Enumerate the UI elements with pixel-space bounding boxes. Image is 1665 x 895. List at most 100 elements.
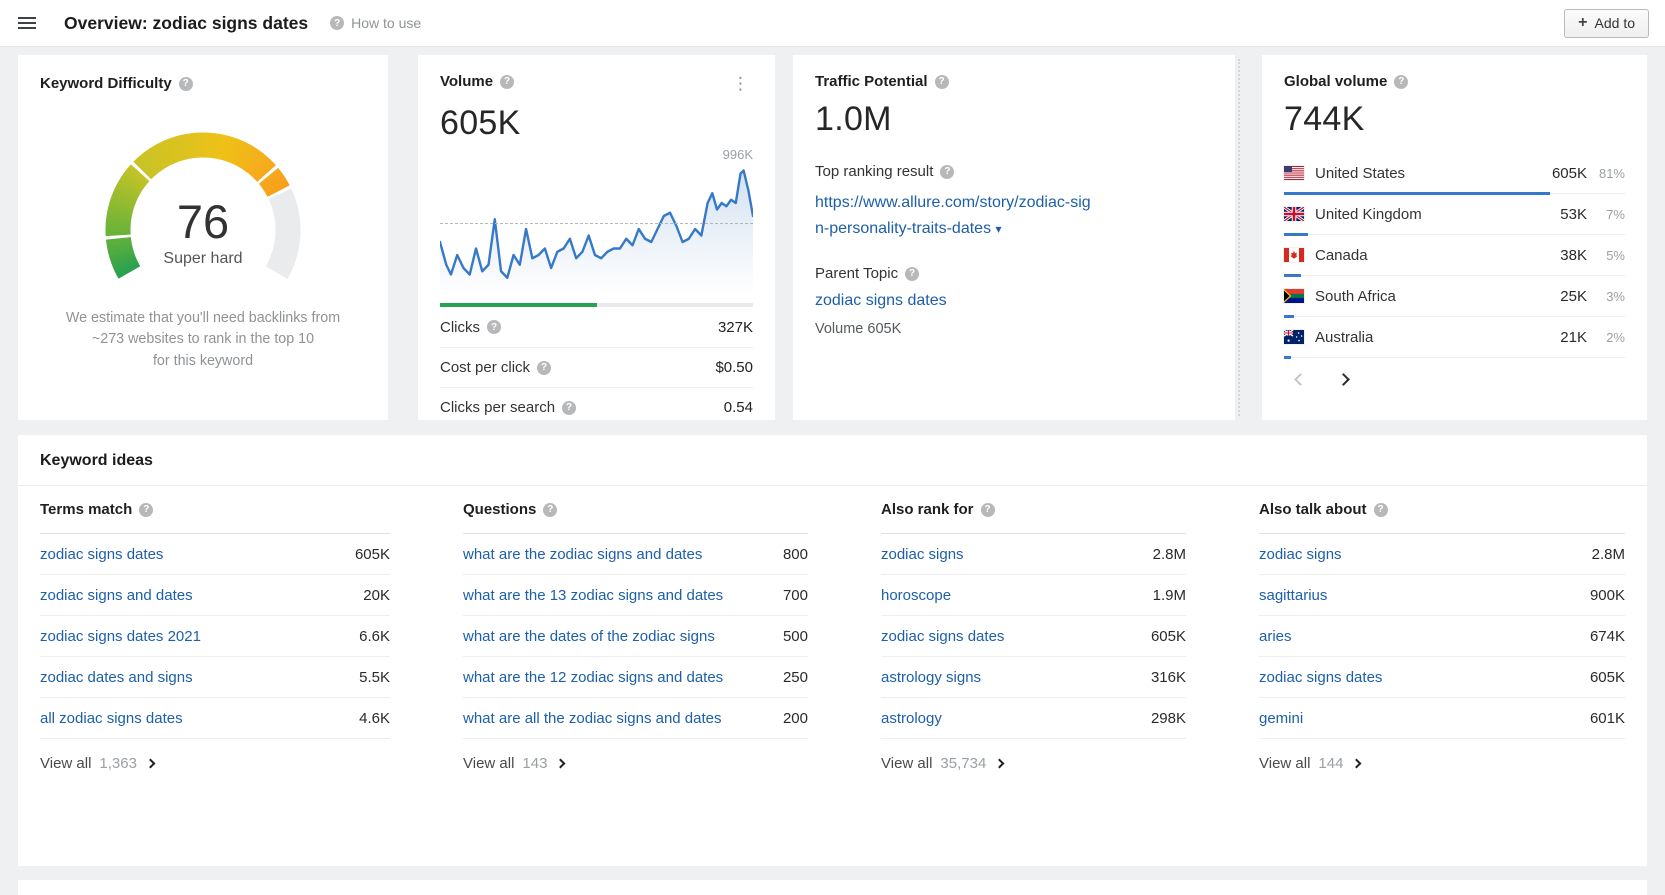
how-to-use-label: How to use (351, 15, 421, 31)
keyword-volume: 700 (783, 587, 808, 604)
keyword-link[interactable]: astrology signs (881, 669, 981, 686)
plus-icon: + (1578, 15, 1587, 31)
keyword-link[interactable]: what are the zodiac signs and dates (463, 546, 702, 563)
keyword-link[interactable]: zodiac signs (1259, 546, 1342, 563)
keyword-ideas-column: Also rank for ? zodiac signs 2.8M horosc… (881, 486, 1186, 772)
help-icon[interactable]: ? (330, 16, 344, 30)
metric-cards-row: Keyword Difficulty ? 76 Super hard We es… (18, 55, 1647, 420)
help-icon[interactable]: ? (905, 267, 919, 281)
help-icon[interactable]: ? (935, 75, 949, 89)
help-icon[interactable]: ? (139, 503, 153, 517)
add-to-label: Add to (1595, 15, 1635, 31)
keyword-link[interactable]: all zodiac signs dates (40, 710, 183, 727)
keyword-link[interactable]: what are the 12 zodiac signs and dates (463, 669, 723, 686)
help-icon[interactable]: ? (981, 503, 995, 517)
help-icon[interactable]: ? (487, 320, 501, 334)
south-africa-flag-icon (1284, 289, 1304, 303)
parent-topic-link[interactable]: zodiac signs dates (815, 292, 1213, 310)
keyword-link[interactable]: aries (1259, 628, 1292, 645)
keyword-link[interactable]: zodiac signs dates 2021 (40, 628, 201, 645)
country-row: United States 605K 81% (1284, 153, 1625, 194)
country-list: United States 605K 81% United Kingdom 53… (1284, 153, 1625, 358)
keyword-row: zodiac signs dates 605K (40, 534, 390, 575)
keyword-link[interactable]: zodiac signs (881, 546, 964, 563)
keyword-link[interactable]: what are the dates of the zodiac signs (463, 628, 715, 645)
keyword-difficulty-card: Keyword Difficulty ? 76 Super hard We es… (18, 55, 388, 420)
keyword-ideas-card: Keyword ideas Terms match ? zodiac signs… (18, 435, 1647, 866)
page-title: Overview: zodiac signs dates (64, 13, 308, 34)
metric-label: Clicks (440, 319, 480, 336)
card-gap (388, 55, 418, 420)
country-row: Canada 38K 5% (1284, 235, 1625, 276)
country-percent: 81% (1587, 166, 1625, 181)
keyword-volume: 6.6K (359, 628, 390, 645)
next-page-icon[interactable] (1337, 373, 1350, 386)
keyword-ideas-columns: Terms match ? zodiac signs dates 605K zo… (18, 486, 1647, 772)
keyword-link[interactable]: what are the 13 zodiac signs and dates (463, 587, 723, 604)
keyword-link[interactable]: astrology (881, 710, 942, 727)
keyword-link[interactable]: zodiac dates and signs (40, 669, 193, 686)
australia-flag-icon (1284, 330, 1304, 344)
view-all-link[interactable]: View all 35,734 (881, 755, 1186, 772)
traffic-potential-card: Traffic Potential ? 1.0M Top ranking res… (793, 55, 1235, 420)
top-ranking-result-label: Top ranking result ? (815, 163, 1213, 180)
menu-hamburger-icon[interactable] (16, 13, 38, 33)
traffic-potential-value: 1.0M (815, 100, 1213, 139)
difficulty-gauge: 76 Super hard (40, 102, 366, 290)
metric-label: Clicks per search (440, 399, 555, 416)
help-icon[interactable]: ? (940, 165, 954, 179)
kebab-menu-icon[interactable]: ⋮ (728, 73, 753, 94)
keyword-volume: 4.6K (359, 710, 390, 727)
top-ranking-result-link[interactable]: https://www.allure.com/story/zodiac-sig … (815, 190, 1213, 241)
view-all-link[interactable]: View all 143 (463, 755, 808, 772)
help-icon[interactable]: ? (1374, 503, 1388, 517)
keyword-volume: 1.9M (1153, 587, 1186, 604)
add-to-button[interactable]: + Add to (1564, 9, 1649, 38)
keyword-link[interactable]: zodiac signs dates (881, 628, 1004, 645)
view-all-link[interactable]: View all 144 (1259, 755, 1625, 772)
help-icon[interactable]: ? (543, 503, 557, 517)
traffic-potential-title: Traffic Potential ? (815, 73, 1213, 90)
country-name: Canada (1315, 247, 1560, 264)
keyword-row: zodiac signs dates 605K (1259, 657, 1625, 698)
keyword-link[interactable]: horoscope (881, 587, 951, 604)
keyword-row: zodiac signs and dates 20K (40, 575, 390, 616)
help-icon[interactable]: ? (537, 361, 551, 375)
card-resize-handle[interactable] (1235, 55, 1262, 420)
volume-metric-row: Cost per click? $0.50 (440, 347, 753, 387)
keyword-row: horoscope 1.9M (881, 575, 1186, 616)
metric-label: Cost per click (440, 359, 530, 376)
country-volume: 38K (1560, 247, 1587, 264)
keyword-volume: 605K (1151, 628, 1186, 645)
global-volume-card: Global volume ? 744K United States 605K … (1262, 55, 1647, 420)
keyword-row: what are the 12 zodiac signs and dates 2… (463, 657, 808, 698)
metric-value: 327K (718, 319, 753, 336)
column-header: Questions ? (463, 486, 808, 534)
country-volume: 53K (1560, 206, 1587, 223)
keyword-link[interactable]: zodiac signs dates (40, 546, 163, 563)
help-icon[interactable]: ? (1394, 75, 1408, 89)
chevron-down-icon[interactable]: ▾ (996, 222, 1002, 236)
keyword-row: astrology signs 316K (881, 657, 1186, 698)
help-icon[interactable]: ? (500, 75, 514, 89)
keyword-link[interactable]: what are all the zodiac signs and dates (463, 710, 722, 727)
keyword-row: what are the zodiac signs and dates 800 (463, 534, 808, 575)
keyword-link[interactable]: zodiac signs and dates (40, 587, 193, 604)
country-name: South Africa (1315, 288, 1560, 305)
country-row: Australia 21K 2% (1284, 317, 1625, 358)
volume-card: Volume ? ⋮ 605K 996K Clicks? 327K Cost p… (418, 55, 775, 420)
volume-reference-line (440, 223, 753, 224)
view-all-link[interactable]: View all 1,363 (40, 755, 390, 772)
volume-value: 605K (440, 104, 753, 143)
prev-page-icon[interactable] (1294, 373, 1307, 386)
help-icon[interactable]: ? (562, 401, 576, 415)
keyword-link[interactable]: zodiac signs dates (1259, 669, 1382, 686)
volume-metric-row: Clicks per search? 0.54 (440, 387, 753, 427)
keyword-link[interactable]: gemini (1259, 710, 1303, 727)
difficulty-label: Super hard (40, 250, 366, 268)
help-icon[interactable]: ? (179, 77, 193, 91)
view-all-count: 143 (522, 755, 547, 772)
keyword-link[interactable]: sagittarius (1259, 587, 1327, 604)
keyword-row: zodiac signs 2.8M (881, 534, 1186, 575)
how-to-use[interactable]: ? How to use (330, 15, 421, 31)
